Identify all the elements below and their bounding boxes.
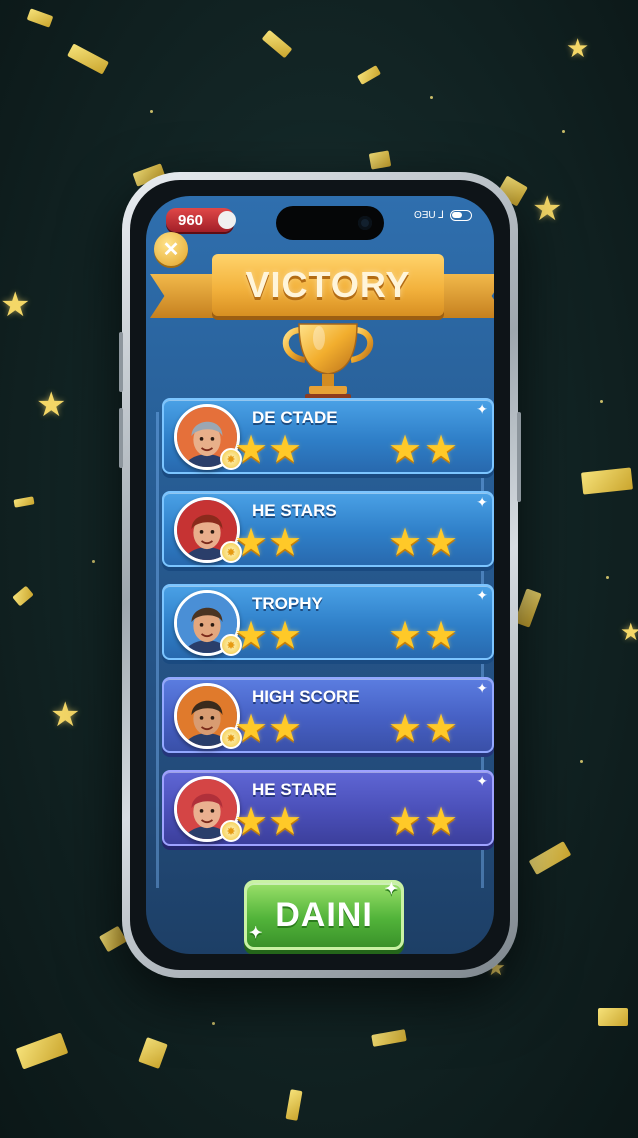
claim-button-label: DAINI [275,895,373,934]
confetti-piece [13,496,35,508]
player-card[interactable]: ✸ HE STARE ★ ★ ★ ★ ✦ [162,770,494,846]
rating-star-icon: ★ [424,706,459,750]
sparkle-icon: ✦ [476,588,488,604]
rating-star-icon: ★ [268,706,303,750]
sparkle-icon: ✦ [476,495,488,511]
rating-star-icon: ★ [388,706,423,750]
sparkle-icon: ✦ [476,402,488,418]
sparkle [212,1022,215,1025]
rating-star-icon: ★ [424,799,459,843]
rating-star-icon: ★ [388,427,423,471]
star-icon: ★ [620,618,638,646]
star-icon: ★ [532,189,563,229]
battery-icon [450,210,472,221]
phone-bezel: 960 ʘƎU ⅃ ✕ VICTORY ✸ DE CTADE ★ ★ ★ ★ ✦… [130,180,510,970]
rating-star-icon: ★ [268,520,303,564]
confetti-piece [528,841,572,875]
rating-star-icon: ★ [268,613,303,657]
confetti-piece [138,1037,168,1069]
rating-star-icon: ★ [388,799,423,843]
rating-star-icon: ★ [234,613,269,657]
star-icon: ★ [36,385,67,425]
sparkle-icon: ✦ [249,925,264,942]
sparkle [430,96,433,99]
rating-star-icon: ★ [234,520,269,564]
side-button [119,332,123,392]
star-icon: ★ [566,34,590,64]
confetti-piece [514,588,542,628]
player-name: TROPHY [252,594,323,613]
sparkle [606,576,609,579]
status-text: ʘƎU ⅃ [413,210,444,221]
rating-star-icon: ★ [424,427,459,471]
ribbon-body: VICTORY [212,254,444,316]
star-icon: ★ [0,285,31,325]
score-counter: 960 [166,208,236,232]
confetti-piece [356,65,382,85]
side-button [517,412,521,502]
confetti-piece [67,43,109,75]
confetti-piece [285,1089,303,1121]
game-screen: 960 ʘƎU ⅃ ✕ VICTORY ✸ DE CTADE ★ ★ ★ ★ ✦… [146,196,494,954]
confetti-piece [12,585,34,607]
sparkle [150,110,153,113]
rating-star-icon: ★ [268,427,303,471]
rating-star-icon: ★ [268,799,303,843]
player-name: DE CTADE [252,408,338,427]
camera-icon [358,216,372,230]
sparkle-icon: ✦ [476,681,488,697]
phone-frame: 960 ʘƎU ⅃ ✕ VICTORY ✸ DE CTADE ★ ★ ★ ★ ✦… [119,172,521,978]
sparkle-icon: ✦ [476,774,488,790]
rating-star-icon: ★ [234,799,269,843]
player-card[interactable]: ✸ HE STARS ★ ★ ★ ★ ✦ [162,491,494,567]
player-card[interactable]: ✸ TROPHY ★ ★ ★ ★ ✦ [162,584,494,660]
rating-star-icon: ★ [424,520,459,564]
sparkle [600,400,603,403]
rating-star-icon: ★ [234,706,269,750]
player-name: HIGH SCORE [252,687,360,706]
status-indicators: ʘƎU ⅃ [414,210,472,221]
list-rail-left [156,412,159,888]
sparkle-icon: ✦ [384,881,399,898]
confetti-piece [368,150,392,170]
sparkle [92,560,95,563]
player-card[interactable]: ✸ DE CTADE ★ ★ ★ ★ ✦ [162,398,494,474]
rating-star-icon: ★ [388,613,423,657]
confetti-piece [15,1032,69,1070]
player-name: HE STARS [252,501,337,520]
star-icon: ★ [50,695,81,735]
sparkle [562,130,565,133]
claim-button[interactable]: DAINI ✦ ✦ [244,880,404,950]
dynamic-island [276,206,384,240]
score-value: 960 [178,211,204,229]
rating-star-icon: ★ [388,520,423,564]
results-list: ✸ DE CTADE ★ ★ ★ ★ ✦ ✸ HE STARS ★ ★ ★ ★ ✦ ✸ TROPHY ★ ★ ★ ★ ✦… [162,398,494,863]
confetti-piece [261,29,293,59]
page-title: VICTORY [245,264,411,305]
trophy-icon [282,323,374,402]
rating-star-icon: ★ [424,613,459,657]
rating-star-icon: ★ [234,427,269,471]
confetti-piece [26,8,54,28]
confetti-piece [580,467,634,495]
side-button [119,408,123,468]
toggle-knob-icon [218,211,236,229]
confetti-piece [598,1008,628,1026]
player-name: HE STARE [252,780,337,799]
player-card[interactable]: ✸ HIGH SCORE ★ ★ ★ ★ ✦ [162,677,494,753]
sparkle [580,760,583,763]
confetti-piece [371,1029,407,1047]
